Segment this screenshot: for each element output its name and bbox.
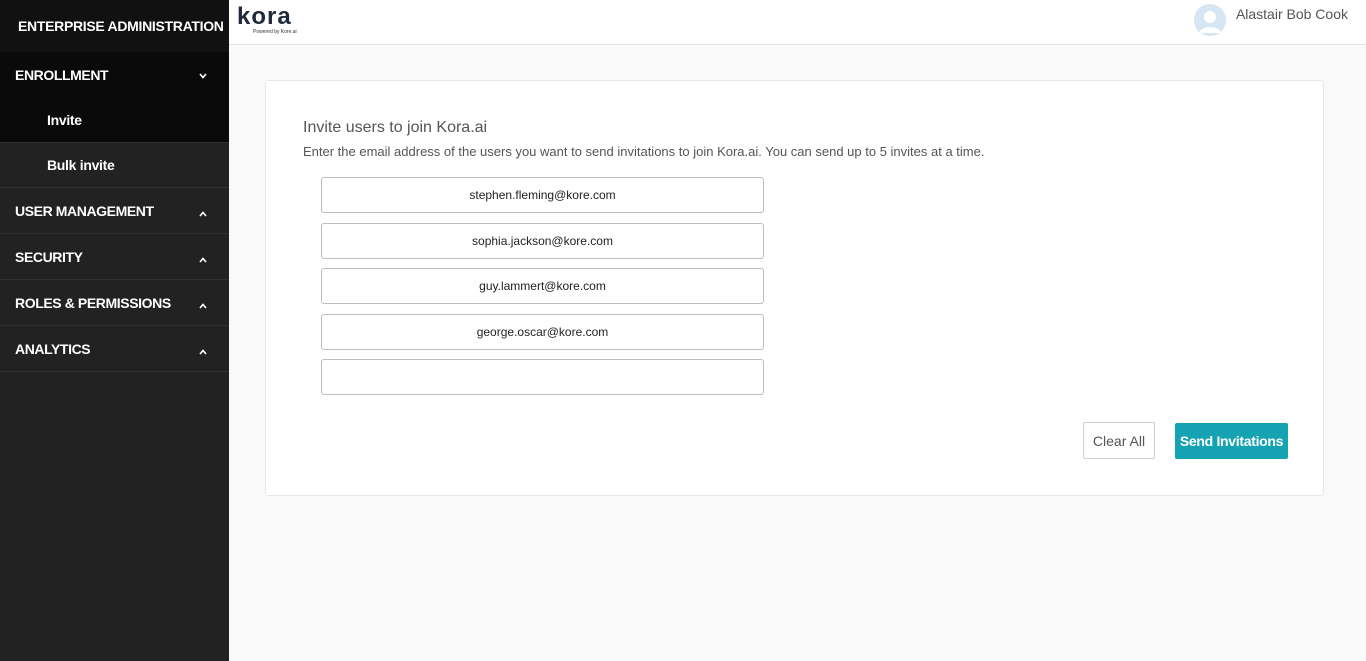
email-field-5[interactable]	[321, 359, 764, 395]
sidebar-section-analytics[interactable]: ANALYTICS	[0, 326, 229, 372]
email-field-4[interactable]	[321, 313, 764, 350]
chevron-up-icon	[199, 256, 207, 265]
email-field-2[interactable]	[321, 222, 764, 259]
email-input-list	[321, 177, 764, 405]
user-silhouette-icon	[1193, 4, 1226, 36]
sidebar-section-label: SECURITY	[15, 248, 83, 265]
chevron-up-icon	[199, 302, 207, 311]
sidebar-section-label: USER MANAGEMENT	[15, 202, 154, 219]
sidebar-section-security[interactable]: SECURITY	[0, 234, 229, 280]
clear-all-button[interactable]: Clear All	[1083, 422, 1155, 459]
kora-logo[interactable]: kora Powered by Kore.ai	[237, 5, 309, 37]
invite-card: Invite users to join Kora.ai Enter the e…	[265, 80, 1324, 496]
invite-description: Enter the email address of the users you…	[303, 144, 985, 159]
user-name: Alastair Bob Cook	[1235, 6, 1348, 22]
email-field-3[interactable]	[321, 268, 764, 304]
email-field-1[interactable]	[321, 177, 764, 213]
logo-text: kora	[237, 3, 292, 30]
sidebar-section-label: ANALYTICS	[15, 340, 91, 357]
chevron-down-icon	[199, 73, 207, 81]
top-header: kora Powered by Kore.ai Alastair Bob Coo…	[229, 0, 1366, 45]
sidebar-title: ENTERPRISE ADMINISTRATION	[0, 0, 229, 52]
sidebar-section-roles-permissions[interactable]: ROLES & PERMISSIONS	[0, 280, 229, 326]
sidebar-item-invite[interactable]: Invite	[0, 98, 229, 143]
send-invitations-button[interactable]: Send Invitations	[1175, 423, 1288, 459]
user-menu[interactable]: Alastair Bob Cook	[1193, 4, 1348, 36]
sidebar-section-user-management[interactable]: USER MANAGEMENT	[0, 188, 229, 234]
avatar[interactable]	[1193, 4, 1226, 36]
chevron-up-icon	[199, 348, 207, 357]
chevron-up-icon	[199, 210, 207, 219]
sidebar-section-label: ENROLLMENT	[15, 67, 109, 83]
logo-tagline: Powered by Kore.ai	[253, 29, 297, 35]
sidebar-section-enrollment[interactable]: ENROLLMENT	[0, 52, 229, 98]
page-title: Invite users to join Kora.ai	[303, 119, 488, 136]
sidebar-item-bulk-invite[interactable]: Bulk invite	[0, 143, 229, 188]
sidebar-section-label: ROLES & PERMISSIONS	[15, 294, 171, 311]
sidebar: ENTERPRISE ADMINISTRATION ENROLLMENT Inv…	[0, 0, 229, 661]
